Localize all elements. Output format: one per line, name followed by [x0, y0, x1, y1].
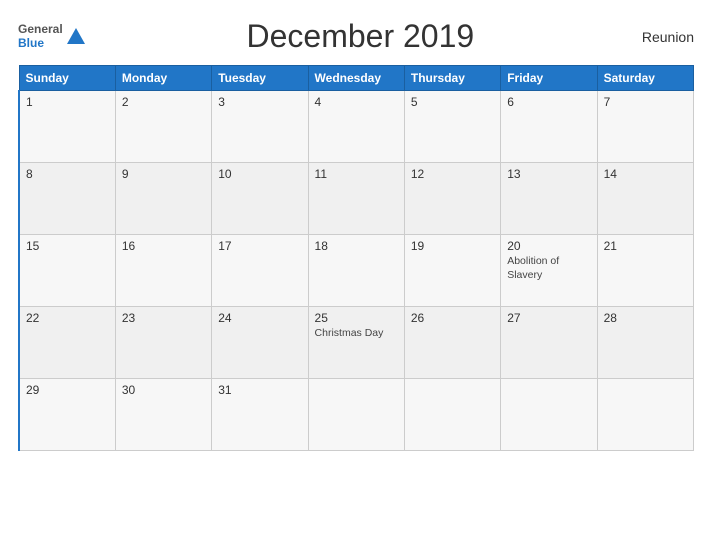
- calendar-cell: 23: [115, 307, 211, 379]
- calendar-week-row: 15 16 17 18 19 20 Abolition of Slavery 21: [19, 235, 694, 307]
- calendar-week-row: 1234567: [19, 91, 694, 163]
- day-number: 5: [411, 95, 494, 109]
- calendar-cell: 28: [597, 307, 693, 379]
- calendar-cell: 27: [501, 307, 597, 379]
- day-number: 4: [315, 95, 398, 109]
- calendar-cell: 3: [212, 91, 308, 163]
- day-number: 3: [218, 95, 301, 109]
- calendar-page: General Blue December 2019 Reunion Sunda…: [0, 0, 712, 550]
- calendar-cell: 2: [115, 91, 211, 163]
- calendar-week-row: 22 23 24 25 Christmas Day 26 27 28: [19, 307, 694, 379]
- col-saturday: Saturday: [597, 66, 693, 91]
- col-thursday: Thursday: [404, 66, 500, 91]
- weekday-header-row: Sunday Monday Tuesday Wednesday Thursday…: [19, 66, 694, 91]
- calendar-table: Sunday Monday Tuesday Wednesday Thursday…: [18, 65, 694, 451]
- day-number: 15: [26, 239, 109, 253]
- calendar-cell: 11: [308, 163, 404, 235]
- calendar-cell: 20 Abolition of Slavery: [501, 235, 597, 307]
- calendar-cell: 9: [115, 163, 211, 235]
- calendar-cell: 17: [212, 235, 308, 307]
- col-sunday: Sunday: [19, 66, 115, 91]
- calendar-cell: 16: [115, 235, 211, 307]
- calendar-cell: 12: [404, 163, 500, 235]
- calendar-cell: 15: [19, 235, 115, 307]
- header: General Blue December 2019 Reunion: [18, 18, 694, 55]
- calendar-cell: [501, 379, 597, 451]
- day-number: 2: [122, 95, 205, 109]
- calendar-cell: [404, 379, 500, 451]
- logo-blue: Blue: [18, 37, 63, 50]
- calendar-week-row: 29 30 31: [19, 379, 694, 451]
- day-number: 31: [218, 383, 301, 397]
- day-number: 26: [411, 311, 494, 325]
- day-number: 8: [26, 167, 109, 181]
- calendar-cell: 26: [404, 307, 500, 379]
- event-label: Abolition of Slavery: [507, 255, 590, 282]
- day-number: 21: [604, 239, 687, 253]
- calendar-cell: 4: [308, 91, 404, 163]
- day-number: 23: [122, 311, 205, 325]
- event-label: Christmas Day: [315, 327, 398, 341]
- calendar-cell: 13: [501, 163, 597, 235]
- day-number: 14: [604, 167, 687, 181]
- day-number: 13: [507, 167, 590, 181]
- col-tuesday: Tuesday: [212, 66, 308, 91]
- day-number: 6: [507, 95, 590, 109]
- calendar-cell: 5: [404, 91, 500, 163]
- day-number: 22: [26, 311, 109, 325]
- calendar-title: December 2019: [87, 18, 634, 55]
- region-label: Reunion: [634, 29, 694, 45]
- col-wednesday: Wednesday: [308, 66, 404, 91]
- day-number: 18: [315, 239, 398, 253]
- day-number: 25: [315, 311, 398, 325]
- calendar-week-row: 89 10 11 12 13 14: [19, 163, 694, 235]
- calendar-cell: 1: [19, 91, 115, 163]
- col-monday: Monday: [115, 66, 211, 91]
- calendar-cell: 21: [597, 235, 693, 307]
- calendar-cell: 10: [212, 163, 308, 235]
- calendar-cell: 18: [308, 235, 404, 307]
- day-number: 27: [507, 311, 590, 325]
- calendar-cell: 19: [404, 235, 500, 307]
- day-number: 9: [122, 167, 205, 181]
- calendar-cell: 14: [597, 163, 693, 235]
- calendar-cell: 31: [212, 379, 308, 451]
- day-number: 30: [122, 383, 205, 397]
- calendar-cell: 22: [19, 307, 115, 379]
- day-number: 28: [604, 311, 687, 325]
- logo-general: General: [18, 23, 63, 36]
- col-friday: Friday: [501, 66, 597, 91]
- day-number: 19: [411, 239, 494, 253]
- calendar-cell: 30: [115, 379, 211, 451]
- calendar-cell: [308, 379, 404, 451]
- calendar-cell: 24: [212, 307, 308, 379]
- day-number: 10: [218, 167, 301, 181]
- calendar-cell: 25 Christmas Day: [308, 307, 404, 379]
- day-number: 17: [218, 239, 301, 253]
- day-number: 11: [315, 167, 398, 181]
- calendar-cell: 7: [597, 91, 693, 163]
- logo: General Blue: [18, 23, 87, 49]
- calendar-cell: [597, 379, 693, 451]
- day-number: 16: [122, 239, 205, 253]
- day-number: 12: [411, 167, 494, 181]
- day-number: 24: [218, 311, 301, 325]
- day-number: 29: [26, 383, 109, 397]
- logo-icon: [65, 26, 87, 48]
- calendar-cell: 29: [19, 379, 115, 451]
- calendar-cell: 6: [501, 91, 597, 163]
- day-number: 20: [507, 239, 590, 253]
- calendar-cell: 8: [19, 163, 115, 235]
- day-number: 1: [26, 95, 109, 109]
- day-number: 7: [604, 95, 687, 109]
